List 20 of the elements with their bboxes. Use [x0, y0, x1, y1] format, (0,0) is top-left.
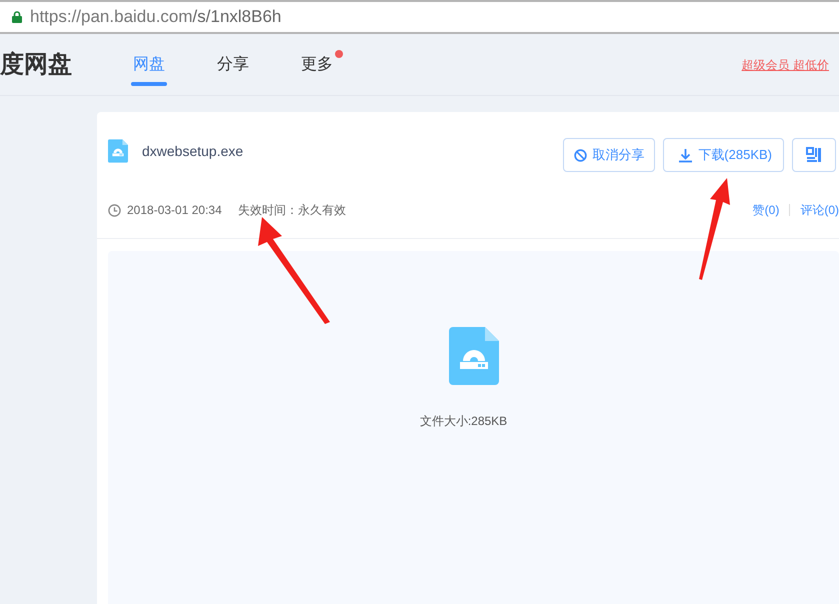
- file-name: dxwebsetup.exe: [142, 142, 244, 161]
- clock-icon: [108, 204, 121, 216]
- nav-tab[interactable]: 分享: [217, 34, 259, 96]
- file-size: 文件大小:285KB: [420, 413, 508, 430]
- logo-text: 度网盘: [0, 50, 73, 80]
- like-link[interactable]: 赞(0): [752, 201, 780, 219]
- qr-code-icon: [806, 147, 822, 163]
- comment-link[interactable]: 评论(0): [800, 201, 839, 219]
- share-date: 2018-03-01 20:34: [127, 202, 222, 219]
- promo-link[interactable]: 超级会员 超低价: [742, 56, 829, 74]
- qr-code-button[interactable]: [792, 138, 836, 172]
- expiry-text: 失效时间：永久有效: [238, 202, 346, 219]
- nav-tab[interactable]: 网盘: [133, 34, 175, 96]
- cancel-share-button[interactable]: 取消分享: [563, 138, 656, 172]
- file-icon: [448, 327, 498, 385]
- file-icon: [108, 139, 128, 163]
- download-icon: [678, 148, 694, 162]
- download-button[interactable]: 下载(285KB): [663, 138, 784, 172]
- block-icon: [574, 148, 588, 162]
- nav-tab[interactable]: 更多: [301, 34, 343, 96]
